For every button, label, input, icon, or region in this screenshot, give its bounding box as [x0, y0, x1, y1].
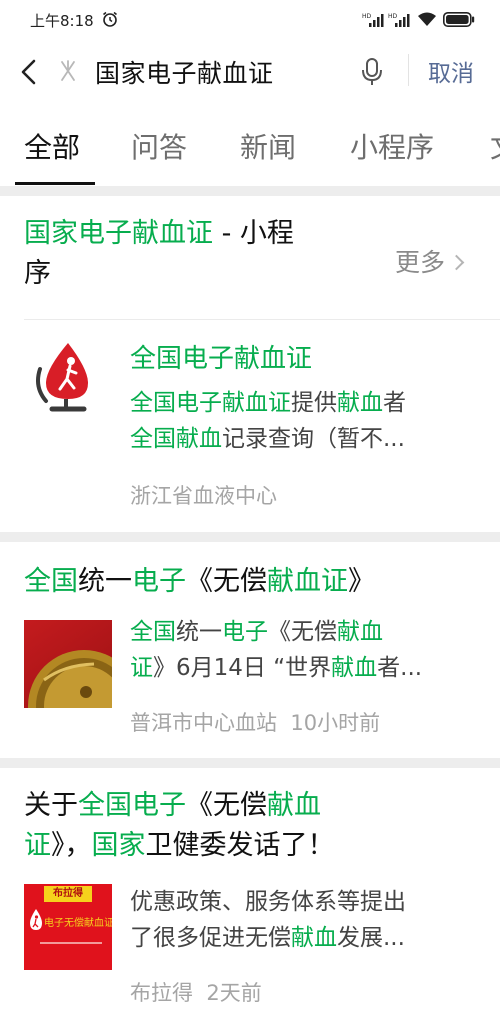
tab-articles[interactable]: 文: [490, 126, 500, 166]
back-arrow-icon[interactable]: [16, 56, 44, 88]
tab-qa[interactable]: 问答: [131, 126, 187, 166]
chevron-right-icon: [448, 254, 465, 271]
active-tab-indicator: [15, 182, 95, 185]
status-time: 上午8:18: [30, 12, 94, 30]
text-segment: 者: [383, 390, 406, 416]
article-title[interactable]: 关于全国电子《无偿献血 证》，国家卫健委发话了！: [24, 786, 424, 866]
snippet-line: 全国统一电子《无偿献血: [130, 614, 478, 650]
article-meta: 布拉得 2天前: [130, 977, 262, 1007]
highlighted-text: 全国献血: [130, 426, 222, 452]
mini-program-icon: [61, 60, 75, 81]
snippet-line: 了很多促进无偿献血发展...: [130, 920, 478, 956]
signal-strength-icon: HD: [362, 12, 384, 32]
search-bar: 国家电子献血证 取消: [0, 40, 500, 104]
mini-program-section-title[interactable]: 国家电子献血证 - 小程 序: [24, 214, 364, 294]
battery-icon: [443, 12, 475, 27]
snippet-line: 优惠政策、服务体系等提出: [130, 884, 478, 920]
wifi-icon: [418, 12, 436, 26]
article-source: 布拉得: [130, 981, 193, 1005]
section-gap: [0, 186, 500, 196]
article-thumbnail: [24, 620, 112, 708]
tab-mini-programs[interactable]: 小程序: [350, 126, 434, 166]
blood-drop-person-icon: [30, 909, 42, 930]
text-segment: 提供: [291, 390, 337, 416]
highlighted-text: 献血: [337, 390, 383, 416]
filter-tabs: 全部 问答 新闻 小程序 文: [0, 104, 500, 186]
description-line: 全国电子献血证提供献血者: [130, 385, 478, 421]
article-card[interactable]: 关于全国电子《无偿献血 证》，国家卫健委发话了！ 布拉得 电子无偿献血证 优惠政策…: [0, 768, 500, 1009]
signal-strength-icon-2: HD: [388, 12, 410, 32]
cancel-button[interactable]: 取消: [428, 54, 474, 88]
article-title[interactable]: 全国统一电子《无偿献血证》: [24, 562, 484, 602]
article-card[interactable]: 全国统一电子《无偿献血证》 全国统一电子《无偿献血 证》6月14日 “世界献血者…: [0, 542, 500, 758]
highlighted-text: 证: [24, 830, 51, 861]
microphone-icon[interactable]: [358, 56, 386, 88]
text-segment: 》: [348, 566, 375, 597]
article-time: 2天前: [206, 981, 262, 1005]
text-segment: 者...: [377, 655, 423, 681]
article-thumbnail: 布拉得 电子无偿献血证: [24, 884, 112, 970]
medal-image: [28, 650, 112, 708]
text-segment: 《无偿: [186, 790, 267, 821]
description-line: 全国献血记录查询（暂不...: [130, 421, 478, 457]
text-segment: 统一: [78, 566, 132, 597]
search-divider: [408, 54, 409, 86]
tab-news[interactable]: 新闻: [240, 126, 296, 166]
mini-program-card: 国家电子献血证 - 小程 序 更多 全国电子献血证 全国电子献血证提供献血者 全…: [0, 196, 500, 532]
title-line: 证》，国家卫健委发话了！: [24, 826, 424, 866]
title-line: 全国统一电子《无偿献血证》: [24, 562, 484, 602]
more-button[interactable]: 更多: [395, 243, 465, 279]
text-segment: 》6月14日 “世界: [153, 655, 332, 681]
highlighted-text: 全国电子献血证: [130, 390, 291, 416]
article-meta: 普洱市中心血站 10小时前: [130, 707, 380, 737]
highlighted-text: 国家: [91, 830, 146, 861]
thumbnail-brand: 布拉得: [44, 886, 92, 902]
highlighted-text: 全国: [24, 566, 78, 597]
highlighted-text: 全国: [130, 619, 176, 645]
text-segment: 》，: [51, 830, 92, 861]
mini-program-name[interactable]: 全国电子献血证: [130, 338, 312, 375]
tab-all[interactable]: 全部: [24, 126, 80, 166]
mini-program-source: 浙江省血液中心: [130, 484, 277, 508]
text-segment: 发展...: [337, 925, 405, 951]
blood-donation-logo[interactable]: [30, 339, 104, 419]
status-bar: 上午8:18 HD HD: [0, 0, 500, 40]
article-source: 普洱市中心血站: [130, 711, 277, 735]
text-segment: 卫健委发话了！: [145, 830, 335, 861]
section-gap: [0, 532, 500, 542]
text-segment: 关于: [24, 790, 78, 821]
text-segment: 统一: [176, 619, 222, 645]
article-time: 10小时前: [290, 711, 381, 735]
article-snippet: 优惠政策、服务体系等提出 了很多促进无偿献血发展...: [130, 884, 478, 956]
card-divider: [24, 319, 500, 320]
alarm-clock-icon: [103, 11, 117, 27]
article-snippet: 全国统一电子《无偿献血 证》6月14日 “世界献血者...: [130, 614, 478, 686]
mini-program-description: 全国电子献血证提供献血者 全国献血记录查询（暂不...: [130, 385, 478, 457]
text-segment: 《无偿: [268, 619, 337, 645]
signal-hd-label: HD: [362, 13, 372, 20]
text-segment: 了很多促进无偿: [130, 925, 291, 951]
highlighted-text: 献血: [291, 925, 337, 951]
thumbnail-subline: [40, 942, 102, 944]
highlighted-text: 证: [130, 655, 153, 681]
title-line: 关于全国电子《无偿献血: [24, 786, 424, 826]
thumbnail-caption: 电子无偿献血证: [44, 918, 112, 929]
highlighted-text: 献血: [331, 655, 378, 681]
signal-hd-label-2: HD: [388, 13, 398, 20]
text-segment: 优惠政策、服务体系等提出: [130, 889, 406, 915]
highlighted-text: 电子: [132, 566, 186, 597]
highlighted-text: 电子: [222, 619, 268, 645]
highlighted-text: 献血证: [267, 566, 348, 597]
text-segment: 记录查询（暂不...: [222, 426, 405, 452]
highlighted-text: 全国电子: [78, 790, 186, 821]
snippet-line: 证》6月14日 “世界献血者...: [130, 650, 478, 686]
text-segment: 《无偿: [186, 566, 267, 597]
search-input[interactable]: 国家电子献血证: [95, 54, 274, 90]
section-gap: [0, 758, 500, 768]
highlighted-text: 献血: [337, 619, 383, 645]
highlighted-text: 献血: [267, 790, 321, 821]
